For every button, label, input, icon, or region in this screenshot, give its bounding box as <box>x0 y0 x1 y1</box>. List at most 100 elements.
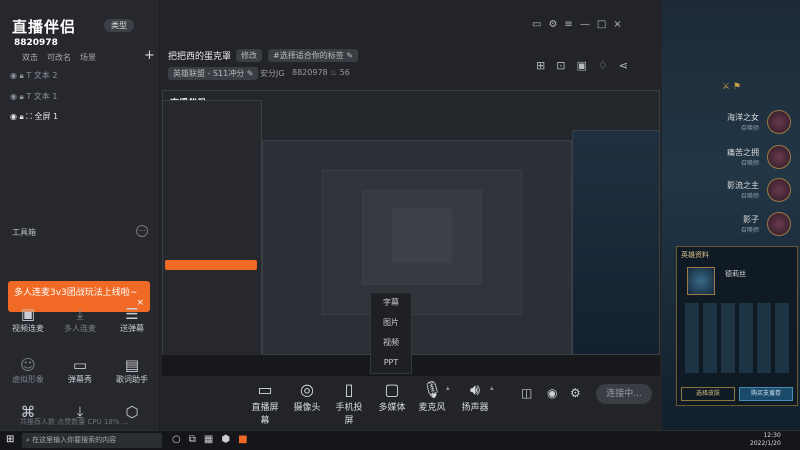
video-link-icon: ▣ <box>20 305 36 323</box>
app-icon[interactable]: ⬢ <box>221 434 238 445</box>
room-title: 把把西的蛋克罩 <box>168 52 232 62</box>
layer-label: 文本 2 <box>33 71 58 80</box>
eye-icon[interactable]: ◉ <box>10 71 17 80</box>
maximize-icon[interactable]: □ <box>597 19 613 30</box>
camera-icon: ◎ <box>300 380 314 399</box>
buy-support-button[interactable]: 购买支援卷 <box>739 387 793 401</box>
type-button[interactable]: 类型 <box>104 19 134 32</box>
item-grid <box>685 303 791 373</box>
window-controls: ▭⚙≡—□× <box>532 19 629 30</box>
game-panel: ⚔ ⚑ 海洋之女 召唤师 痛苦之拥 召唤师 影流之主 召唤师 影子 召唤师 英雄… <box>662 0 800 430</box>
layer-label: 文本 1 <box>33 92 58 101</box>
media-icon: ▢ <box>384 380 400 399</box>
layer-item[interactable]: ◉ 🔒︎ ⛶ 全屏 1 <box>10 111 58 122</box>
left-sidebar: 直播伴侣 类型 8820978 双击 可改名 场景 + ◉ 🔒︎ T 文本 2 … <box>0 0 160 430</box>
tool-video-link[interactable]: ▣ 视频连麦 <box>8 305 48 334</box>
hero-portrait <box>687 267 715 295</box>
fire-icon: ♨ <box>330 68 338 77</box>
layer-item[interactable]: ◉ 🔒︎ T 文本 1 <box>10 91 57 102</box>
hero-avatar <box>767 178 791 202</box>
hero-sub: 召唤师 <box>740 160 759 167</box>
security-label: 安分JG <box>260 69 285 78</box>
menu-item-ppt[interactable]: PPT <box>371 353 411 373</box>
hero-name: 影流之主 <box>727 181 759 190</box>
header-actions: ⊞⊡▣♢⋖ <box>536 59 639 72</box>
preview-promo <box>165 260 257 270</box>
menu-icon[interactable]: ≡ <box>564 19 579 30</box>
minimize-icon[interactable]: — <box>580 19 597 30</box>
settings-icon[interactable]: ⚙ <box>548 19 564 30</box>
tool-danmaku[interactable]: ☰ 送弹幕 <box>112 305 152 334</box>
tv-icon: ▭ <box>72 356 88 374</box>
lock-icon[interactable]: 🔒︎ <box>20 92 24 101</box>
more-icon[interactable]: ··· <box>136 225 148 237</box>
taskbar-apps: ○⧉▦⬢■ <box>172 434 256 445</box>
hero-row[interactable]: 影流之主 召唤师 <box>667 176 795 204</box>
record-icon[interactable]: ◫ <box>521 386 532 400</box>
taskbar-search[interactable]: ⌕ 在这里输入你要搜索的内容 <box>22 433 162 448</box>
phone-icon: ▯ <box>344 380 354 399</box>
layer-item[interactable]: ◉ 🔒︎ T 文本 2 <box>10 70 57 81</box>
hero-row[interactable]: 海洋之女 召唤师 <box>667 108 795 136</box>
menu-item-video[interactable]: 视频 <box>371 333 411 353</box>
message-icon[interactable]: ▭ <box>532 19 548 30</box>
add-scene-button[interactable]: + <box>144 48 155 63</box>
tab-rename[interactable]: 可改名 <box>47 52 71 63</box>
status-bar: 共推荐人数 点赞数量 CPU 18% ... <box>20 418 129 426</box>
lock-icon[interactable]: 🔒︎ <box>20 112 24 121</box>
hero-name: 痛苦之拥 <box>727 148 759 157</box>
tool-danmaku-show[interactable]: ▭ 弹幕秀 <box>60 356 100 385</box>
box-icon[interactable]: ▣ <box>576 59 597 72</box>
edit-title-button[interactable]: 修改 <box>236 49 262 62</box>
text-icon: T <box>26 71 32 80</box>
clock-time: 12:30 <box>763 432 781 439</box>
toolbox-title: 工具箱 <box>12 228 36 237</box>
eye-icon[interactable]: ◉ <box>10 92 17 101</box>
hero-info-panel: 英雄资料 德莉丝 选择皮肤 购买支援卷 <box>676 246 798 406</box>
chevron-up-icon[interactable]: ▴ <box>446 384 450 392</box>
panel-hero-name: 德莉丝 <box>725 270 746 278</box>
menu-item-subtitle[interactable]: 字幕 <box>371 293 411 313</box>
windows-start-icon[interactable]: ⊞ <box>6 434 14 445</box>
eye-icon[interactable]: ◉ <box>10 112 17 121</box>
fans-count: ♨ 56 <box>330 68 350 77</box>
hero-row[interactable]: 影子 召唤师 <box>667 210 795 238</box>
start-live-button[interactable]: 连接中... <box>596 384 652 404</box>
chevron-up-icon[interactable]: ▴ <box>490 384 494 392</box>
text-icon: T <box>26 92 32 101</box>
download-icon: ⤓ <box>76 305 84 323</box>
share-icon[interactable]: ⋖ <box>619 59 639 72</box>
hero-name: 海洋之女 <box>727 113 759 122</box>
task-view-icon[interactable]: ○ <box>172 434 189 445</box>
bell-icon[interactable]: ♢ <box>598 59 619 72</box>
multitask-icon[interactable]: ⧉ <box>189 434 204 445</box>
camera-button[interactable]: ◎ 摄像头 <box>292 380 322 413</box>
hero-sub: 召唤师 <box>740 125 759 132</box>
lock-icon[interactable]: ⊡ <box>556 59 576 72</box>
close-icon[interactable]: × <box>613 19 628 30</box>
hero-row[interactable]: 痛苦之拥 召唤师 <box>667 143 795 171</box>
menu-item-image[interactable]: 图片 <box>371 313 411 333</box>
header-room-id: 8820978 <box>292 68 328 77</box>
app-icon[interactable]: ▦ <box>204 434 221 445</box>
settings-icon[interactable]: ⚙ <box>570 386 581 400</box>
tag-select[interactable]: #选择适合你的标签 ✎ <box>268 49 358 62</box>
lock-icon[interactable]: 🔒︎ <box>20 71 24 80</box>
hero-avatar <box>767 212 791 236</box>
tab-double[interactable]: 双击 <box>22 52 38 63</box>
clock[interactable]: 12:30 2022/1/20 <box>750 432 781 448</box>
multimedia-button[interactable]: ▢ 多媒体 <box>378 380 406 413</box>
select-skin-button[interactable]: 选择皮肤 <box>681 387 735 401</box>
tab-scene[interactable]: 场景 <box>80 52 96 63</box>
speaker-button[interactable]: 🔊︎ 扬声器 <box>460 380 490 413</box>
tool-lyrics[interactable]: ▤ 歌词助手 <box>112 356 152 385</box>
preview-nested-4 <box>392 208 452 263</box>
gift-icon[interactable]: ⊞ <box>536 59 556 72</box>
microphone-button[interactable]: 🎙︎ 麦克风 <box>418 380 446 413</box>
category-select[interactable]: 英雄联盟 - S11冲分 ✎ <box>168 67 259 80</box>
app-icon[interactable]: ■ <box>238 434 255 445</box>
eye-icon[interactable]: ◉ <box>547 386 557 400</box>
tool-multi-link[interactable]: ⤓ 多人连麦 <box>60 305 100 334</box>
tool-avatar[interactable]: ☺ 虚拟形象 <box>8 356 48 385</box>
fullscreen-icon: ⛶ <box>26 112 32 121</box>
